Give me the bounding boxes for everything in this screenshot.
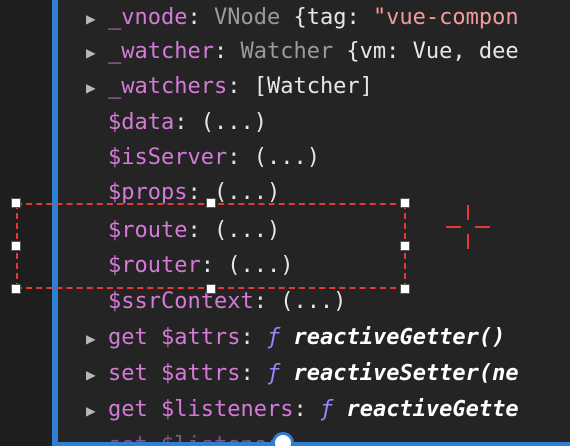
function-icon: ƒ: [266, 325, 281, 350]
property-row-isserver[interactable]: $isServer: (...): [86, 142, 320, 174]
property-value: {vm: Vue, dee: [333, 39, 519, 64]
resize-handle-right[interactable]: [400, 241, 410, 251]
getter-keyword: get: [108, 325, 148, 350]
selection-box[interactable]: [16, 203, 406, 289]
property-string: "vue-compon: [372, 5, 519, 30]
property-key: $ssrContext: [108, 289, 254, 314]
property-value[interactable]: (...): [267, 289, 346, 314]
function-name: reactiveGetter(): [293, 325, 506, 350]
property-colon: :: [240, 325, 254, 350]
caret-right-icon[interactable]: ▶: [86, 3, 108, 35]
property-key: $data: [108, 110, 175, 135]
resize-handle-bottom-right[interactable]: [400, 284, 410, 294]
property-colon: :: [187, 5, 201, 30]
property-key: $listeners: [161, 397, 294, 422]
resize-handle-left[interactable]: [11, 241, 21, 251]
property-row-ssrcontext[interactable]: $ssrContext: (...): [86, 286, 346, 318]
property-value: {tag:: [280, 5, 373, 30]
property-class: Watcher: [240, 39, 334, 64]
function-icon: ƒ: [319, 397, 334, 422]
property-colon: :: [293, 397, 307, 422]
property-row-watcher[interactable]: ▶ _watcher: Watcher {vm: Vue, dee: [86, 36, 519, 68]
property-value[interactable]: (...): [240, 145, 320, 170]
property-value: [Watcher]: [240, 74, 373, 99]
property-row-data[interactable]: $data: (...): [86, 107, 267, 139]
property-key: _watchers: [108, 74, 228, 99]
property-colon: :: [240, 361, 254, 386]
property-row-get-listeners[interactable]: ▶ get $listeners: ƒ reactiveGette: [86, 394, 519, 426]
caret-right-icon[interactable]: ▶: [86, 359, 108, 391]
property-colon: :: [253, 289, 267, 314]
property-colon: :: [187, 180, 201, 205]
property-key: $props: [108, 180, 188, 205]
caret-right-icon[interactable]: ▶: [86, 37, 108, 69]
function-icon: ƒ: [266, 361, 281, 386]
property-key: _vnode: [108, 5, 188, 30]
property-colon: :: [213, 39, 228, 64]
property-colon: :: [227, 145, 241, 170]
property-row-get-attrs[interactable]: ▶ get $attrs: ƒ reactiveGetter(): [86, 322, 505, 354]
property-key: _watcher: [108, 39, 214, 64]
crosshair-icon: [446, 205, 490, 249]
getter-keyword: get: [108, 397, 148, 422]
caret-right-icon[interactable]: ▶: [86, 323, 108, 355]
property-class: VNode: [213, 5, 281, 30]
setter-keyword: set: [108, 361, 148, 386]
property-colon: :: [227, 74, 241, 99]
property-key: $isServer: [108, 145, 228, 170]
function-name: reactiveSetter(ne: [293, 361, 519, 386]
property-key: $attrs: [161, 361, 241, 386]
resize-handle-bottom-left[interactable]: [11, 284, 21, 294]
caret-right-icon[interactable]: ▶: [86, 72, 108, 104]
property-row-vnode[interactable]: ▶ _vnode: VNode {tag: "vue-compon: [86, 2, 519, 34]
property-colon: :: [174, 110, 188, 135]
caret-right-icon[interactable]: ▶: [86, 395, 108, 427]
resize-handle-bottom[interactable]: [206, 284, 216, 294]
devtools-viewport: ▶ _vnode: VNode {tag: "vue-compon ▶ _watch…: [0, 0, 570, 446]
horizontal-scrollbar[interactable]: [58, 442, 570, 446]
function-name: reactiveGette: [346, 397, 519, 422]
property-row-watchers[interactable]: ▶ _watchers: [Watcher]: [86, 71, 373, 103]
resize-handle-top-right[interactable]: [400, 198, 410, 208]
resize-handle-top[interactable]: [206, 198, 216, 208]
property-key: $attrs: [161, 325, 241, 350]
property-row-set-attrs[interactable]: ▶ set $attrs: ƒ reactiveSetter(ne: [86, 358, 519, 390]
resize-handle-top-left[interactable]: [11, 198, 21, 208]
property-value[interactable]: (...): [187, 110, 267, 135]
